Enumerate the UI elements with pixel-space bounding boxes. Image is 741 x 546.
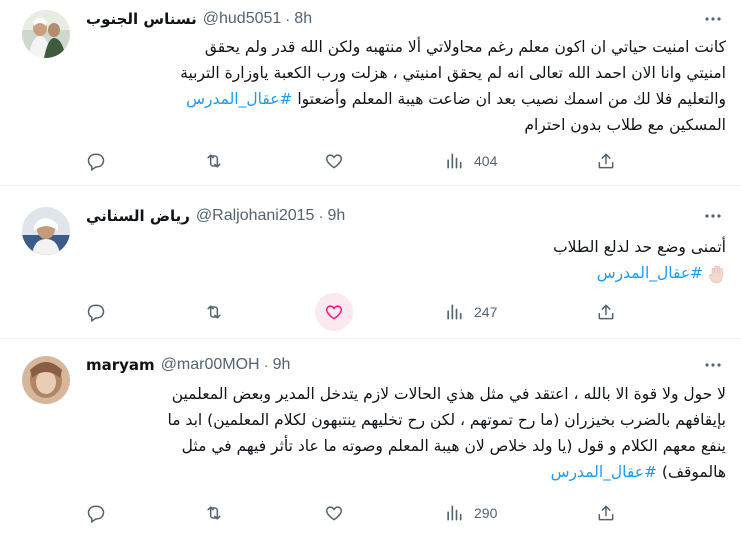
views-chart-icon xyxy=(447,304,462,320)
like-button[interactable] xyxy=(315,293,353,331)
timestamp[interactable]: 9h xyxy=(327,207,345,225)
tweet-actions: 404 xyxy=(76,144,636,178)
tweet-text-line: امنيتي وانا الان احمد الله تعالى انه لم … xyxy=(180,64,726,82)
tweet-1[interactable]: نسناس الجنوب @hud5051 · 8h كانت امنيت حي… xyxy=(0,0,741,186)
like-heart-icon xyxy=(325,506,343,521)
tweet-text-line: لا حول ولا قوة الا بالله ، اعتقد في مثل … xyxy=(171,385,726,403)
tweet-header: رياض السناني @Raljohani2015 · 9h xyxy=(86,205,345,227)
avatar[interactable] xyxy=(22,10,70,58)
tweet-text-line: بإيقافهم بالضرب بخيزران (ما رح تموتهم ، … xyxy=(167,411,726,429)
like-heart-icon xyxy=(325,154,343,169)
tweet-text-segment: هالموقف) xyxy=(661,463,726,481)
avatar[interactable] xyxy=(22,207,70,255)
hashtag-link[interactable]: #عقال_المدرس xyxy=(551,463,657,481)
display-name[interactable]: رياض السناني xyxy=(86,207,190,225)
views-count: 290 xyxy=(474,505,498,521)
more-dots-icon[interactable] xyxy=(703,355,723,375)
reply-icon xyxy=(87,304,105,322)
hashtag-link[interactable]: #عقال_المدرس xyxy=(597,264,703,282)
retweet-button[interactable] xyxy=(204,496,224,530)
like-button[interactable] xyxy=(324,144,344,178)
tweet-actions: 247 xyxy=(76,293,636,331)
share-icon xyxy=(598,153,614,169)
share-button[interactable] xyxy=(596,144,616,178)
views-button[interactable]: 290 xyxy=(444,496,497,530)
retweet-button[interactable] xyxy=(204,295,224,329)
retweet-icon xyxy=(207,305,221,319)
retweet-button[interactable] xyxy=(204,144,224,178)
tweet-text: أتمنى وضع حد لدلع الطلاب #عقال_المدرس xyxy=(86,234,726,286)
tweet-text-line: كانت امنيت حياتي ان اكون معلم رغم محاولا… xyxy=(204,38,726,56)
views-count: 404 xyxy=(474,153,498,169)
like-hover-highlight xyxy=(315,293,353,331)
tweet-text-line: ينفع معهم الكلام و قول (يا ولد خلاص لان … xyxy=(181,437,726,455)
retweet-icon xyxy=(207,506,221,520)
share-button[interactable] xyxy=(596,295,616,329)
tweet-header: نسناس الجنوب @hud5051 · 8h xyxy=(86,8,312,30)
tweet-text: لا حول ولا قوة الا بالله ، اعتقد في مثل … xyxy=(86,381,726,485)
more-dots-icon[interactable] xyxy=(703,206,723,226)
views-chart-icon xyxy=(447,153,462,169)
tweet-2[interactable]: رياض السناني @Raljohani2015 · 9h أتمنى و… xyxy=(0,187,741,339)
tweet-text-line: المسكين مع طلاب بدون احترام xyxy=(524,116,726,134)
tweet-text-line: والتعليم فلا لك من اسمك نصيب بعد ان ضاعت… xyxy=(86,86,726,112)
timestamp[interactable]: 8h xyxy=(294,10,312,28)
display-name[interactable]: نسناس الجنوب xyxy=(86,10,197,28)
tweet-text: كانت امنيت حياتي ان اكون معلم رغم محاولا… xyxy=(86,34,726,138)
reply-button[interactable] xyxy=(86,496,106,530)
share-icon xyxy=(598,505,614,521)
reply-icon xyxy=(87,153,105,171)
more-dots-icon[interactable] xyxy=(703,9,723,29)
share-icon xyxy=(598,304,614,320)
user-handle[interactable]: @mar00MOH xyxy=(161,356,260,374)
separator-dot: · xyxy=(318,207,324,225)
user-handle[interactable]: @Raljohani2015 xyxy=(196,207,315,225)
views-button[interactable]: 247 xyxy=(444,295,497,329)
tweet-3[interactable]: maryam @mar00MOH · 9h لا حول ولا قوة الا… xyxy=(0,340,741,546)
separator-dot: · xyxy=(263,356,269,374)
avatar[interactable] xyxy=(22,356,70,404)
views-button[interactable]: 404 xyxy=(444,144,497,178)
tweet-actions: 290 xyxy=(76,496,636,530)
tweet-text-line: #عقال_المدرس xyxy=(86,260,726,286)
hashtag-link[interactable]: #عقال_المدرس xyxy=(186,90,292,108)
share-button[interactable] xyxy=(596,496,616,530)
reply-button[interactable] xyxy=(86,144,106,178)
reply-icon xyxy=(87,505,105,523)
like-button[interactable] xyxy=(324,496,344,530)
separator-dot: · xyxy=(285,10,291,28)
reply-button[interactable] xyxy=(86,295,106,329)
views-count: 247 xyxy=(474,304,498,320)
retweet-icon xyxy=(207,154,221,168)
tweet-header: maryam @mar00MOH · 9h xyxy=(86,354,290,376)
raised-hand-icon xyxy=(708,265,723,283)
tweet-text-line: أتمنى وضع حد لدلع الطلاب xyxy=(553,238,726,256)
user-handle[interactable]: @hud5051 xyxy=(203,10,282,28)
timestamp[interactable]: 9h xyxy=(273,356,291,374)
display-name[interactable]: maryam xyxy=(86,356,155,374)
like-heart-icon xyxy=(325,305,343,320)
tweet-text-segment: والتعليم فلا لك من اسمك نصيب بعد ان ضاعت… xyxy=(297,90,726,108)
views-chart-icon xyxy=(447,505,462,521)
tweet-text-line: هالموقف) #عقال_المدرس xyxy=(86,459,726,485)
